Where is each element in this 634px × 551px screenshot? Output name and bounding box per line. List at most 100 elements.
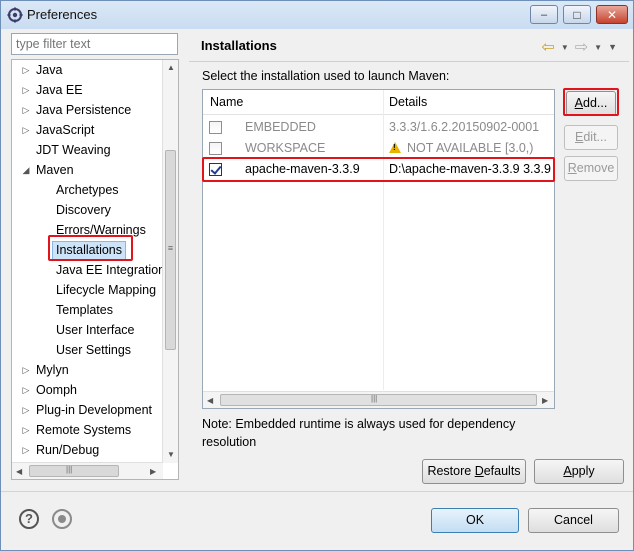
tree-item-label: User Settings [56,343,132,357]
tree-item-jdt-weaving[interactable]: JDT Weaving [12,140,162,160]
preferences-app-icon [7,7,23,23]
collapsed-arrow-icon[interactable]: ▷ [20,360,32,380]
back-arrow-icon[interactable]: ⇦ [541,37,554,57]
note-text: Note: Embedded runtime is always used fo… [202,417,516,449]
tree-item-label: Java EE Integration [56,263,166,277]
table-hgrip-icon: ||| [371,394,378,403]
forward-arrow-icon[interactable]: ⇨ [575,37,588,57]
remove-button-mnemonic: R [567,161,577,175]
tree-item-oomph[interactable]: ▷ Oomph [12,380,162,400]
scroll-up-icon[interactable]: ▲ [167,63,175,72]
restore-defaults-button[interactable]: Restore Defaults [422,459,526,484]
installation-name: EMBEDDED [245,120,316,134]
navigation-toolbar: ⇦ ▼ ⇨ ▼ ▼ [541,37,617,57]
scroll-left-icon[interactable]: ◀ [16,467,22,476]
table-scroll-left-icon[interactable]: ◀ [207,396,213,405]
table-row[interactable]: EMBEDDED 3.3.3/1.6.2.20150902-0001 [203,117,554,138]
tree-item-remote-systems[interactable]: ▷ Remote Systems [12,420,162,440]
installation-details: 3.3.3/1.6.2.20150902-0001 [389,120,540,134]
tree-item-templates[interactable]: Templates [12,300,162,320]
tree-item-run-debug[interactable]: ▷ Run/Debug [12,440,162,460]
tree-horizontal-scrollbar[interactable]: ◀ ||| ▶ [12,462,163,479]
installation-checkbox[interactable] [209,142,222,155]
tree-item-user-settings[interactable]: User Settings [12,340,162,360]
warning-mark: ! [393,143,396,152]
table-row[interactable]: WORKSPACE! NOT AVAILABLE [3.0,) [203,138,554,159]
tree-item-plug-in-development[interactable]: ▷ Plug-in Development [12,400,162,420]
maximize-icon: □ [573,7,581,22]
apply-button[interactable]: Apply [534,459,624,484]
cancel-button[interactable]: Cancel [528,508,619,533]
tree-item-java[interactable]: ▷ Java [12,60,162,80]
collapsed-arrow-icon[interactable]: ▷ [20,60,32,80]
tree-item-discovery[interactable]: Discovery [12,200,162,220]
tree-item-label: JavaScript [36,123,95,137]
back-menu-icon[interactable]: ▼ [561,43,569,52]
table-horizontal-thumb[interactable]: ||| [220,394,537,406]
tree-item-javascript[interactable]: ▷ JavaScript [12,120,162,140]
view-menu-icon[interactable]: ▼ [608,42,617,52]
installation-name: WORKSPACE [245,141,326,155]
apply-mnemonic: A [563,464,572,478]
close-button[interactable]: ✕ [596,5,628,24]
tree-vertical-thumb[interactable]: ≡ [165,150,176,350]
tree-item-label: Java [36,63,63,77]
restore-defaults-label-pre: Restore [427,464,475,478]
tree-vertical-scrollbar[interactable]: ▲ ≡ ▼ [162,60,178,463]
footer-separator [1,491,633,492]
expanded-arrow-icon[interactable]: ◢ [20,160,32,180]
grip-icon: ≡ [167,243,174,253]
collapsed-arrow-icon[interactable]: ▷ [20,400,32,420]
edit-button[interactable]: Edit... [564,125,618,150]
tree-item-label: Templates [56,303,113,317]
tree-item-mylyn[interactable]: ▷ Mylyn [12,360,162,380]
scroll-right-icon[interactable]: ▶ [150,467,156,476]
collapsed-arrow-icon[interactable]: ▷ [20,80,32,100]
tree-item-java-persistence[interactable]: ▷ Java Persistence [12,100,162,120]
tree-item-maven[interactable]: ◢ Maven [12,160,162,180]
collapsed-arrow-icon[interactable]: ▷ [20,420,32,440]
minimize-button[interactable]: ‒ [530,5,558,24]
tree-item-label: Run/Debug [36,443,100,457]
help-icon[interactable]: ? [19,509,39,529]
maven-row-highlight-box [202,157,555,182]
tree-item-java-ee-integration[interactable]: Java EE Integration [12,260,166,280]
add-button-highlight-box [563,88,619,116]
tree-item-java-ee[interactable]: ▷ Java EE [12,80,162,100]
table-header: Name Details [203,90,554,115]
remove-button[interactable]: Remove [564,156,618,181]
collapsed-arrow-icon[interactable]: ▷ [20,380,32,400]
tree-item-label: Plug-in Development [36,403,153,417]
tree-item-label: Archetypes [56,183,119,197]
title-bar[interactable]: Preferences ‒ □ ✕ [1,1,633,29]
tree-item-label: User Interface [56,323,135,337]
window-title: Preferences [27,7,98,22]
tree-item-archetypes[interactable]: Archetypes [12,180,162,200]
tree-item-label: Java EE [36,83,83,97]
tree-item-lifecycle-mapping[interactable]: Lifecycle Mapping [12,280,162,300]
record-icon[interactable] [52,509,72,529]
collapsed-arrow-icon[interactable]: ▷ [20,100,32,120]
scroll-down-icon[interactable]: ▼ [167,450,175,459]
collapsed-arrow-icon[interactable]: ▷ [20,120,32,140]
column-header-name[interactable]: Name [210,95,243,109]
tree-item-user-interface[interactable]: User Interface [12,320,162,340]
header-separator [189,61,629,62]
tree-horizontal-thumb[interactable]: ||| [29,465,119,477]
installations-table[interactable]: Name Details EMBEDDED 3.3.3/1.6.2.2015090… [202,89,555,409]
close-icon: ✕ [606,7,618,22]
preference-tree[interactable]: ▷ Java ▷ Java EE ▷ Java Persistence ▷ JavaScrip… [11,59,179,480]
filter-input[interactable] [11,33,178,55]
installation-checkbox[interactable] [209,121,222,134]
ok-button[interactable]: OK [431,508,519,533]
tree-item-label: Remote Systems [36,423,132,437]
apply-label-rest: pply [571,464,595,478]
page-header: Installations ⇦ ▼ ⇨ ▼ ▼ [189,31,629,59]
table-horizontal-scrollbar[interactable]: ◀ ||| ▶ [203,391,554,408]
edit-button-label: dit... [583,130,607,144]
column-header-details[interactable]: Details [389,95,427,109]
forward-menu-icon[interactable]: ▼ [594,43,602,52]
table-scroll-right-icon[interactable]: ▶ [542,396,548,405]
maximize-button[interactable]: □ [563,5,591,24]
collapsed-arrow-icon[interactable]: ▷ [20,440,32,460]
